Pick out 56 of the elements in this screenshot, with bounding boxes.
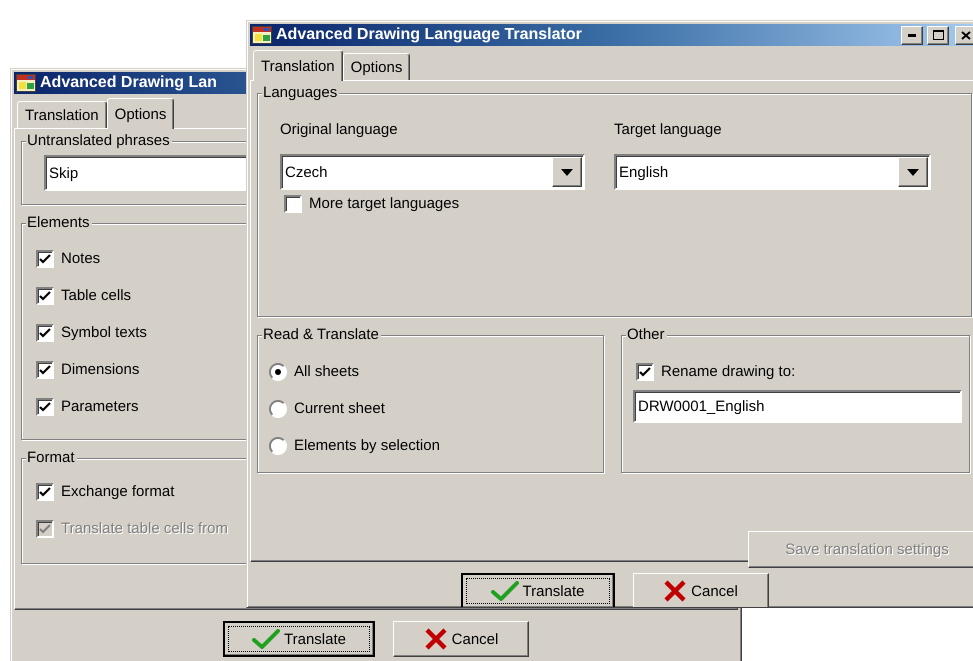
field-label: Target language bbox=[614, 121, 723, 138]
tab[interactable]: Translation bbox=[253, 50, 343, 81]
radio-label: Elements by selection bbox=[294, 437, 440, 454]
caret-icon bbox=[907, 168, 919, 176]
cross-icon bbox=[663, 580, 688, 602]
dropdown-arrow-button[interactable] bbox=[552, 157, 582, 187]
window-title: Advanced Drawing Lan bbox=[40, 74, 218, 92]
checkmark-icon bbox=[252, 629, 280, 649]
checkbox-label: Symbol texts bbox=[61, 324, 147, 341]
checkbox[interactable] bbox=[36, 482, 54, 500]
checkbox-label: Rename drawing to: bbox=[661, 363, 796, 380]
checkbox[interactable] bbox=[36, 250, 54, 268]
app-icon bbox=[16, 74, 36, 92]
cancel-button[interactable]: Cancel bbox=[393, 621, 529, 657]
field-label: Original language bbox=[280, 121, 399, 138]
tab[interactable]: Options bbox=[106, 98, 174, 129]
radio-button[interactable] bbox=[269, 362, 287, 380]
translate-button[interactable]: Translate bbox=[460, 573, 614, 607]
checkbox-label: More target languages bbox=[309, 195, 460, 212]
caret-icon bbox=[561, 168, 573, 176]
group-label: Languages bbox=[262, 84, 340, 101]
tab[interactable]: Translation bbox=[17, 101, 107, 128]
cancel-button[interactable]: Cancel bbox=[632, 573, 768, 607]
close-icon bbox=[961, 30, 971, 40]
checkbox-label: Notes bbox=[61, 250, 100, 267]
input-field[interactable]: DRW0001_English bbox=[633, 390, 962, 423]
checkbox-label: Dimensions bbox=[61, 361, 140, 378]
radio-label: All sheets bbox=[294, 363, 360, 380]
checkbox-label: Parameters bbox=[61, 398, 139, 415]
radio-button[interactable] bbox=[269, 436, 287, 454]
dropdown[interactable]: English bbox=[614, 154, 931, 190]
tab[interactable]: Options bbox=[342, 53, 410, 80]
checkbox[interactable] bbox=[636, 362, 654, 380]
minimize-button[interactable] bbox=[901, 26, 923, 44]
checkbox[interactable] bbox=[36, 360, 54, 378]
minimize-icon bbox=[908, 34, 916, 36]
checkbox-label: Table cells bbox=[61, 287, 132, 304]
maximize-icon bbox=[932, 30, 944, 40]
dropdown-arrow-button[interactable] bbox=[898, 157, 928, 187]
radio-button[interactable] bbox=[269, 400, 287, 418]
checkbox[interactable] bbox=[36, 398, 54, 416]
checkbox[interactable] bbox=[36, 324, 54, 342]
checkbox[interactable] bbox=[36, 286, 54, 304]
app-icon bbox=[252, 26, 272, 44]
checkbox-label: Translate table cells from bbox=[61, 520, 228, 537]
close-button[interactable] bbox=[955, 26, 973, 44]
checkmark-icon bbox=[490, 581, 518, 601]
checkbox-label: Exchange format bbox=[61, 483, 174, 500]
window-title: Advanced Drawing Language Translator bbox=[276, 26, 583, 44]
group-label: Untranslated phrases bbox=[26, 132, 172, 149]
translate-button[interactable]: Translate bbox=[223, 621, 375, 657]
dropdown[interactable]: Czech bbox=[280, 154, 585, 190]
checkbox[interactable] bbox=[284, 194, 302, 212]
maximize-button[interactable] bbox=[927, 26, 949, 44]
radio-label: Current sheet bbox=[294, 400, 385, 417]
cross-icon bbox=[424, 628, 448, 650]
